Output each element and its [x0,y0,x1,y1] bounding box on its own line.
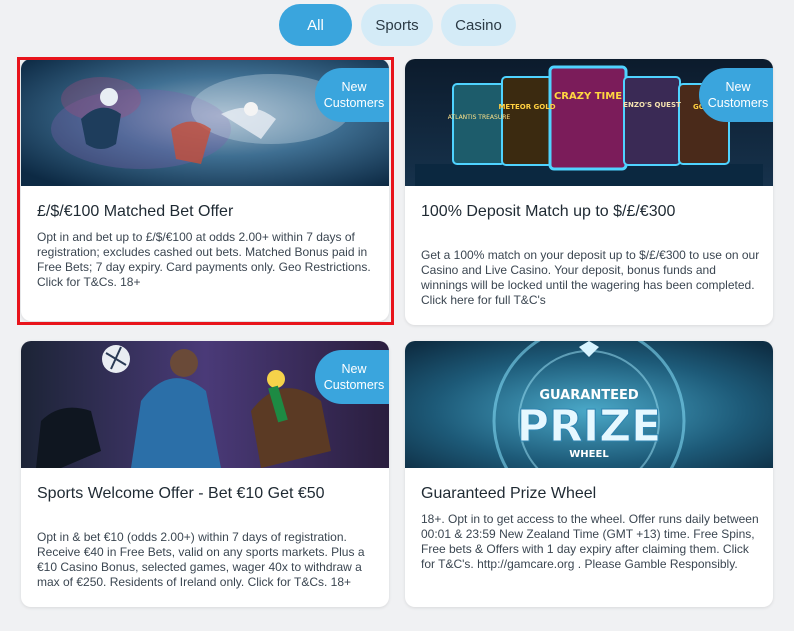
new-customers-badge: New Customers [315,350,389,404]
promo-description: Opt in and bet up to £/$/€100 at odds 2.… [37,230,371,289]
banner-text-wheel: WHEEL [569,449,609,460]
badge-line-2: Customers [707,96,769,110]
badge-line-2: Customers [323,378,385,392]
tab-casino[interactable]: Casino [441,4,516,46]
badge-line-1: New [725,80,751,94]
promo-card-deposit-match[interactable]: ATLANTIS TREASURE METEOR GOLD CRAZY TIME… [405,59,773,325]
promo-description: 18+. Opt in to get access to the wheel. … [421,512,759,571]
promo-description: Opt in & bet €10 (odds 2.00+) within 7 d… [37,530,365,589]
promo-description: Get a 100% match on your deposit up to $… [421,248,760,307]
promo-banner-prize-wheel: GUARANTEED PRIZE WHEEL [405,341,773,468]
new-customers-badge: New Customers [699,68,773,122]
banner-game-meteor: METEOR GOLD [498,103,555,111]
filter-tabs: All Sports Casino [0,4,794,46]
new-customers-badge: New Customers [315,68,389,122]
badge-line-1: New [341,80,367,94]
banner-game-crazy-time: CRAZY TIME [554,91,622,102]
promo-card-prize-wheel[interactable]: GUARANTEED PRIZE WHEEL Guaranteed Prize … [405,341,773,607]
banner-game-atlantis: ATLANTIS TREASURE [448,114,511,121]
badge-line-2: Customers [323,96,385,110]
promo-title: Sports Welcome Offer - Bet €10 Get €50 [37,485,325,502]
promo-title: £/$/€100 Matched Bet Offer [37,203,234,220]
banner-text-prize: PRIZE [517,401,661,452]
badge-line-1: New [341,362,367,376]
banner-game-enzo: ENZO'S QUEST [623,101,681,109]
tab-sports[interactable]: Sports [361,4,433,46]
tab-all[interactable]: All [279,4,352,46]
promo-card-sports-welcome[interactable]: New Customers Sports Welcome Offer - Bet… [21,341,389,607]
promo-title: 100% Deposit Match up to $/£/€300 [421,203,676,220]
promo-card-matched-bet[interactable]: New Customers £/$/€100 Matched Bet Offer… [21,59,389,321]
promo-title: Guaranteed Prize Wheel [421,485,597,502]
